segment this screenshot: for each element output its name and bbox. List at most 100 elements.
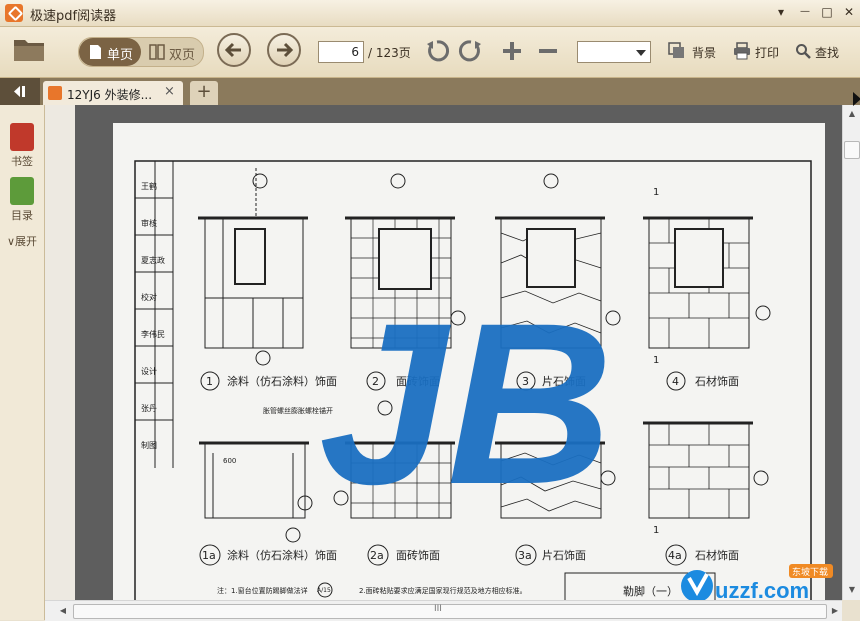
single-page-label: 单页 <box>107 48 134 63</box>
scroll-right-icon[interactable]: ▶ <box>827 603 843 619</box>
chevron-down-icon: ∨ <box>6 235 16 248</box>
scroll-up-icon[interactable]: ▲ <box>844 106 860 122</box>
footnote: 注：1.窗台位置防踢脚做法详 <box>217 586 308 595</box>
double-page-icon <box>149 44 165 60</box>
search-button[interactable]: 查找 <box>815 44 839 61</box>
pdf-file-icon <box>48 86 62 100</box>
title-block-text: 李伟民 <box>141 329 165 339</box>
sidebar-toggle-button[interactable] <box>0 78 40 105</box>
vertical-scroll-thumb[interactable] <box>844 141 860 159</box>
bookmark-icon <box>10 123 34 151</box>
open-folder-icon[interactable] <box>13 36 46 62</box>
title-bar: 极速pdf阅读器 ▾ — □ ✕ <box>0 0 860 27</box>
document-viewer[interactable]: 王鹤 审核 夏志政 校对 李伟民 设计 张丹 制图 1 涂料（仿石涂料）饰面 2… <box>45 105 842 600</box>
expand-button[interactable]: ∨展开 <box>0 233 44 249</box>
search-icon <box>796 44 811 59</box>
scroll-grip: III <box>434 604 442 614</box>
jb-watermark: JB <box>319 275 613 532</box>
double-page-label: 双页 <box>169 48 196 63</box>
zoom-select[interactable] <box>577 41 651 63</box>
title-block-text: 校对 <box>141 292 157 302</box>
scroll-left-icon[interactable]: ◀ <box>55 603 71 619</box>
toolbar: 单页 双页 6 / 123页 背景 打印 查找 <box>0 27 860 78</box>
background-icon <box>668 42 684 58</box>
tab-bar: 12YJ6 外装修... × + <box>0 78 860 105</box>
title-block: 王鹤 审核 夏志政 校对 李伟民 设计 张丹 制图 <box>135 181 173 450</box>
close-button[interactable]: ✕ <box>840 4 858 20</box>
footnote-ref: A/15 <box>317 587 331 594</box>
caption-text: 片石饰面 <box>542 548 586 562</box>
view-mode-toggle: 单页 双页 <box>78 37 204 67</box>
arrow-left-icon <box>224 42 241 58</box>
caption-text: 面砖饰面 <box>396 548 440 562</box>
caption-number: 1a <box>202 549 216 562</box>
tab-label: 12YJ6 外装修... <box>67 88 153 102</box>
zoom-in-icon[interactable] <box>499 38 525 64</box>
single-page-button[interactable]: 单页 <box>79 38 141 66</box>
double-page-button[interactable]: 双页 <box>141 38 203 66</box>
vertical-scrollbar[interactable]: ▲ ▼ <box>842 105 860 600</box>
print-button[interactable]: 打印 <box>755 44 779 61</box>
footnote-2: 2.面砖粘贴要求应满足国家现行规范及地方相应标准。 <box>359 586 527 595</box>
chevron-down-icon <box>636 50 646 56</box>
title-block-text: 设计 <box>141 366 157 376</box>
page-number-input[interactable]: 6 <box>318 41 364 63</box>
rotate-right-icon[interactable] <box>458 38 484 64</box>
title-block-text: 王鹤 <box>141 181 157 191</box>
left-panel: 书签 目录 ∨展开 <box>0 105 45 620</box>
maximize-button[interactable]: □ <box>818 4 836 20</box>
uzzf-logo-icon: uzzf.com 东坡下载 <box>681 564 833 600</box>
caption-text: 涂料（仿石涂料）饰面 <box>227 548 337 562</box>
title-block-text: 张丹 <box>141 404 157 413</box>
toc-button[interactable]: 目录 <box>0 177 44 223</box>
level-mark: 1 <box>653 187 659 198</box>
caption-number: 2a <box>370 549 384 562</box>
rotate-left-icon[interactable] <box>424 38 450 64</box>
horizontal-scroll-thumb[interactable]: III <box>73 604 827 619</box>
tab-close-icon[interactable]: × <box>164 84 175 99</box>
title-block-text: 审核 <box>141 218 157 228</box>
caption-text: 石材饰面 <box>695 374 739 388</box>
caption-row-2: 1a 涂料（仿石涂料）饰面 2a 面砖饰面 3a 片石饰面 4a 石材饰面 <box>199 544 739 566</box>
caption-number: 4 <box>672 375 679 388</box>
logo-text: uzzf.com <box>715 578 809 600</box>
scroll-down-icon[interactable]: ▼ <box>844 582 860 598</box>
menu-button[interactable]: ▾ <box>772 4 790 20</box>
level-mark: 1 <box>653 355 659 366</box>
logo-subtext: 东坡下载 <box>792 566 828 578</box>
horizontal-scrollbar[interactable]: ◀ III ▶ <box>45 600 842 621</box>
page-total: / 123页 <box>368 46 411 60</box>
bookmarks-label: 书签 <box>11 155 33 168</box>
detail-4a <box>643 421 769 519</box>
prev-page-button[interactable] <box>217 33 251 67</box>
toc-icon <box>10 177 34 205</box>
app-logo-icon <box>5 4 23 22</box>
expand-label: 展开 <box>15 235 38 248</box>
detail-4 <box>643 216 771 349</box>
toc-label: 目录 <box>11 209 33 222</box>
architectural-drawing: 王鹤 审核 夏志政 校对 李伟民 设计 张丹 制图 1 涂料（仿石涂料）饰面 2… <box>134 160 812 600</box>
new-tab-button[interactable]: + <box>190 81 218 105</box>
title-block-text: 制图 <box>141 440 157 450</box>
detail-1a <box>199 441 313 543</box>
window-title: 极速pdf阅读器 <box>30 9 117 24</box>
level-mark: 1 <box>653 525 659 536</box>
background-button[interactable]: 背景 <box>692 44 716 61</box>
caption-number: 3a <box>518 549 532 562</box>
bookmarks-button[interactable]: 书签 <box>0 123 44 169</box>
drawing-title: 勒脚（一） <box>623 584 678 598</box>
detail-1 <box>198 168 308 366</box>
arrow-right-icon <box>277 42 294 58</box>
next-page-button[interactable] <box>267 33 301 67</box>
zoom-out-icon[interactable] <box>535 38 561 64</box>
tab-document[interactable]: 12YJ6 外装修... × <box>43 81 183 105</box>
uzzf-logo: uzzf.com 东坡下载 <box>677 560 837 600</box>
printer-icon <box>734 42 750 60</box>
title-block-text: 夏志政 <box>141 255 165 265</box>
collapse-sidebar-icon <box>14 86 25 97</box>
level-marks: 1 1 1 <box>653 187 659 536</box>
pdf-page: 王鹤 审核 夏志政 校对 李伟民 设计 张丹 制图 1 涂料（仿石涂料）饰面 2… <box>113 123 825 600</box>
viewer-gutter <box>45 105 75 600</box>
dimension-label: 600 <box>223 457 236 465</box>
minimize-button[interactable]: — <box>796 4 814 20</box>
